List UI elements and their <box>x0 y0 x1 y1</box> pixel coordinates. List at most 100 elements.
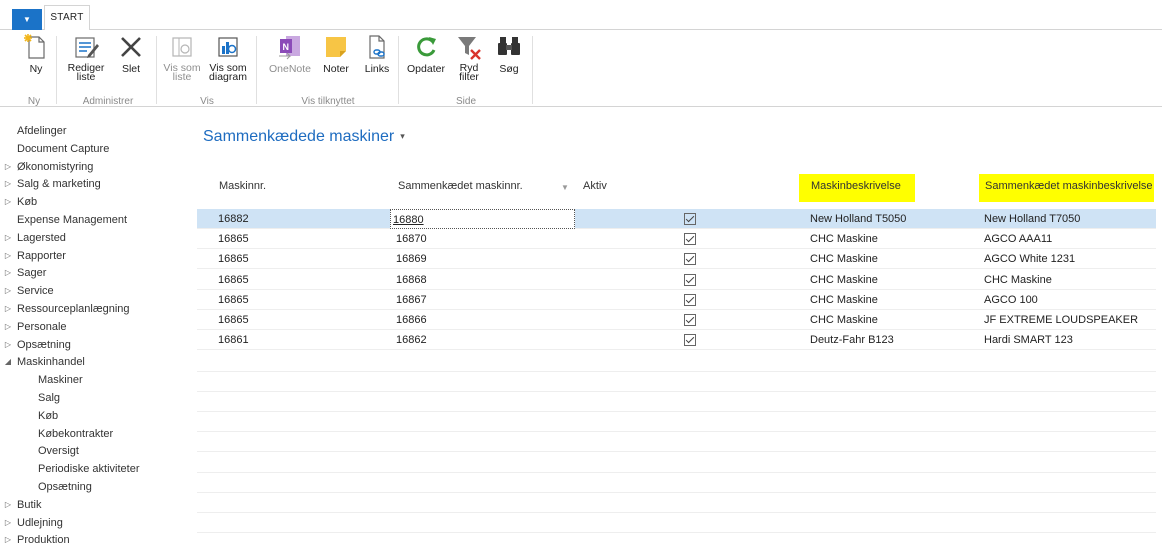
cell-linked-machine-no[interactable]: 16866 <box>396 310 427 330</box>
column-header-active[interactable]: Aktiv <box>583 180 607 192</box>
onenote-button[interactable]: N OneNote <box>268 33 312 74</box>
table-row[interactable]: 16865 16869 CHC Maskine AGCO White 1231 <box>197 249 1156 270</box>
cell-linked-machine-description[interactable]: New Holland T7050 <box>984 209 1080 229</box>
nav-item[interactable]: ▷ Udlejning <box>0 514 188 532</box>
cell-linked-machine-description[interactable]: AGCO White 1231 <box>984 249 1075 269</box>
expand-icon[interactable]: ▷ <box>3 282 13 300</box>
active-checkbox[interactable] <box>684 213 696 225</box>
column-header-machine-no[interactable]: Maskinnr. <box>219 180 266 192</box>
chevron-down-icon[interactable]: ▾ <box>400 131 405 141</box>
nav-item[interactable]: ▷ Personale <box>0 318 188 336</box>
cell-machine-description[interactable]: New Holland T5050 <box>810 209 906 229</box>
table-row[interactable]: 16861 16862 Deutz-Fahr B123 Hardi SMART 123 <box>197 330 1156 351</box>
nav-item[interactable]: Afdelinger <box>0 122 188 140</box>
nav-item[interactable]: Salg <box>0 389 188 407</box>
cell-linked-machine-description[interactable]: AGCO AAA11 <box>984 229 1052 249</box>
cell-linked-machine-description[interactable]: JF EXTREME LOUDSPEAKER <box>984 310 1138 330</box>
search-button[interactable]: Søg <box>494 33 524 74</box>
clear-filter-button[interactable]: Ryd filter <box>452 33 486 82</box>
column-header-machine-description[interactable]: Maskinbeskrivelse <box>811 180 901 192</box>
nav-item[interactable]: ▷ Opsætning <box>0 336 188 354</box>
tab-start[interactable]: START <box>44 5 90 30</box>
links-button[interactable]: Links <box>360 33 394 74</box>
cell-machine-no[interactable]: 16865 <box>218 270 249 290</box>
cell-machine-description[interactable]: CHC Maskine <box>810 310 878 330</box>
nav-item[interactable]: Periodiske aktiviteter <box>0 460 188 478</box>
cell-linked-machine-description[interactable]: CHC Maskine <box>984 270 1052 290</box>
cell-machine-no[interactable]: 16865 <box>218 290 249 310</box>
cell-linked-machine-no[interactable]: 16862 <box>396 330 427 350</box>
expand-icon[interactable]: ▷ <box>3 175 13 193</box>
cell-machine-description[interactable]: Deutz-Fahr B123 <box>810 330 894 350</box>
nav-item[interactable]: Købekontrakter <box>0 425 188 443</box>
view-as-list-button[interactable]: Vis som liste <box>162 33 202 82</box>
application-menu-button[interactable]: ▼ <box>12 9 42 30</box>
nav-item[interactable]: ▷ Produktion <box>0 531 188 549</box>
table-row[interactable]: 16865 16868 CHC Maskine CHC Maskine <box>197 270 1156 290</box>
nav-item[interactable]: Document Capture <box>0 140 188 158</box>
nav-item[interactable]: Oversigt <box>0 442 188 460</box>
expand-icon[interactable]: ▷ <box>3 496 13 514</box>
nav-item[interactable]: ▷ Salg & marketing <box>0 175 188 193</box>
nav-item[interactable]: ▷ Ressourceplanlægning <box>0 300 188 318</box>
nav-item[interactable]: ▷ Lagersted <box>0 229 188 247</box>
expand-icon[interactable]: ▷ <box>3 531 13 549</box>
table-row[interactable]: 16882 16880 New Holland T5050 New Holland T… <box>197 209 1156 229</box>
nav-item[interactable]: ▷ Service <box>0 282 188 300</box>
nav-item[interactable]: ▷ Sager <box>0 264 188 282</box>
active-checkbox[interactable] <box>684 273 696 286</box>
expand-icon[interactable]: ▷ <box>3 229 13 247</box>
cell-linked-machine-no[interactable]: 16870 <box>396 229 427 249</box>
delete-button[interactable]: Slet <box>114 33 148 74</box>
cell-machine-description[interactable]: CHC Maskine <box>810 290 878 310</box>
cell-machine-no[interactable]: 16882 <box>218 209 249 229</box>
cell-machine-no[interactable]: 16865 <box>218 249 249 269</box>
nav-item[interactable]: Køb <box>0 407 188 425</box>
active-checkbox[interactable] <box>684 334 696 347</box>
table-row[interactable]: 16865 16870 CHC Maskine AGCO AAA11 <box>197 229 1156 250</box>
collapse-icon[interactable]: ◢ <box>3 353 13 371</box>
edit-list-button[interactable]: Rediger liste <box>64 33 108 82</box>
cell-linked-machine-description[interactable]: AGCO 100 <box>984 290 1038 310</box>
nav-item[interactable]: Expense Management <box>0 211 188 229</box>
table-row[interactable]: 16865 16867 CHC Maskine AGCO 100 <box>197 290 1156 310</box>
expand-icon[interactable]: ▷ <box>3 158 13 176</box>
cell-machine-no[interactable]: 16865 <box>218 310 249 330</box>
nav-item[interactable]: ◢ Maskinhandel <box>0 353 188 371</box>
column-header-linked-machine-description[interactable]: Sammenkædet maskinbeskrivelse <box>985 180 1153 192</box>
expand-icon[interactable]: ▷ <box>3 318 13 336</box>
view-as-chart-button[interactable]: Vis som diagram <box>206 33 250 82</box>
active-checkbox[interactable] <box>684 314 696 326</box>
nav-item[interactable]: ▷ Rapporter <box>0 247 188 265</box>
nav-item[interactable]: ▷ Butik <box>0 496 188 514</box>
nav-item[interactable]: ▷ Køb <box>0 193 188 211</box>
table-row[interactable]: 16865 16866 CHC Maskine JF EXTREME LOUDSPEA… <box>197 310 1156 330</box>
notes-button[interactable]: Noter <box>318 33 354 74</box>
expand-icon[interactable]: ▷ <box>3 264 13 282</box>
expand-icon[interactable]: ▷ <box>3 300 13 318</box>
nav-item[interactable]: ▷ Økonomistyring <box>0 158 188 176</box>
cell-linked-machine-no[interactable]: 16868 <box>396 270 427 290</box>
page-title[interactable]: Sammenkædede maskiner ▾ <box>203 128 405 146</box>
cell-linked-machine-no[interactable]: 16869 <box>396 249 427 269</box>
active-checkbox[interactable] <box>684 293 696 306</box>
new-button[interactable]: Ny <box>16 33 56 74</box>
nav-item[interactable]: Maskiner <box>0 371 188 389</box>
sort-descending-icon[interactable]: ▼ <box>561 183 569 192</box>
cell-linked-machine-no[interactable]: 16880 <box>390 209 575 229</box>
active-checkbox[interactable] <box>684 233 696 246</box>
expand-icon[interactable]: ▷ <box>3 336 13 354</box>
cell-machine-description[interactable]: CHC Maskine <box>810 249 878 269</box>
cell-linked-machine-description[interactable]: Hardi SMART 123 <box>984 330 1073 350</box>
expand-icon[interactable]: ▷ <box>3 514 13 532</box>
refresh-button[interactable]: Opdater <box>404 33 448 74</box>
cell-linked-machine-no[interactable]: 16867 <box>396 290 427 310</box>
cell-machine-description[interactable]: CHC Maskine <box>810 229 878 249</box>
cell-machine-no[interactable]: 16865 <box>218 229 249 249</box>
active-checkbox[interactable] <box>684 253 696 266</box>
cell-machine-description[interactable]: CHC Maskine <box>810 270 878 290</box>
expand-icon[interactable]: ▷ <box>3 247 13 265</box>
expand-icon[interactable]: ▷ <box>3 193 13 211</box>
nav-item[interactable]: Opsætning <box>0 478 188 496</box>
column-header-linked-machine-no[interactable]: Sammenkædet maskinnr. <box>398 180 523 192</box>
